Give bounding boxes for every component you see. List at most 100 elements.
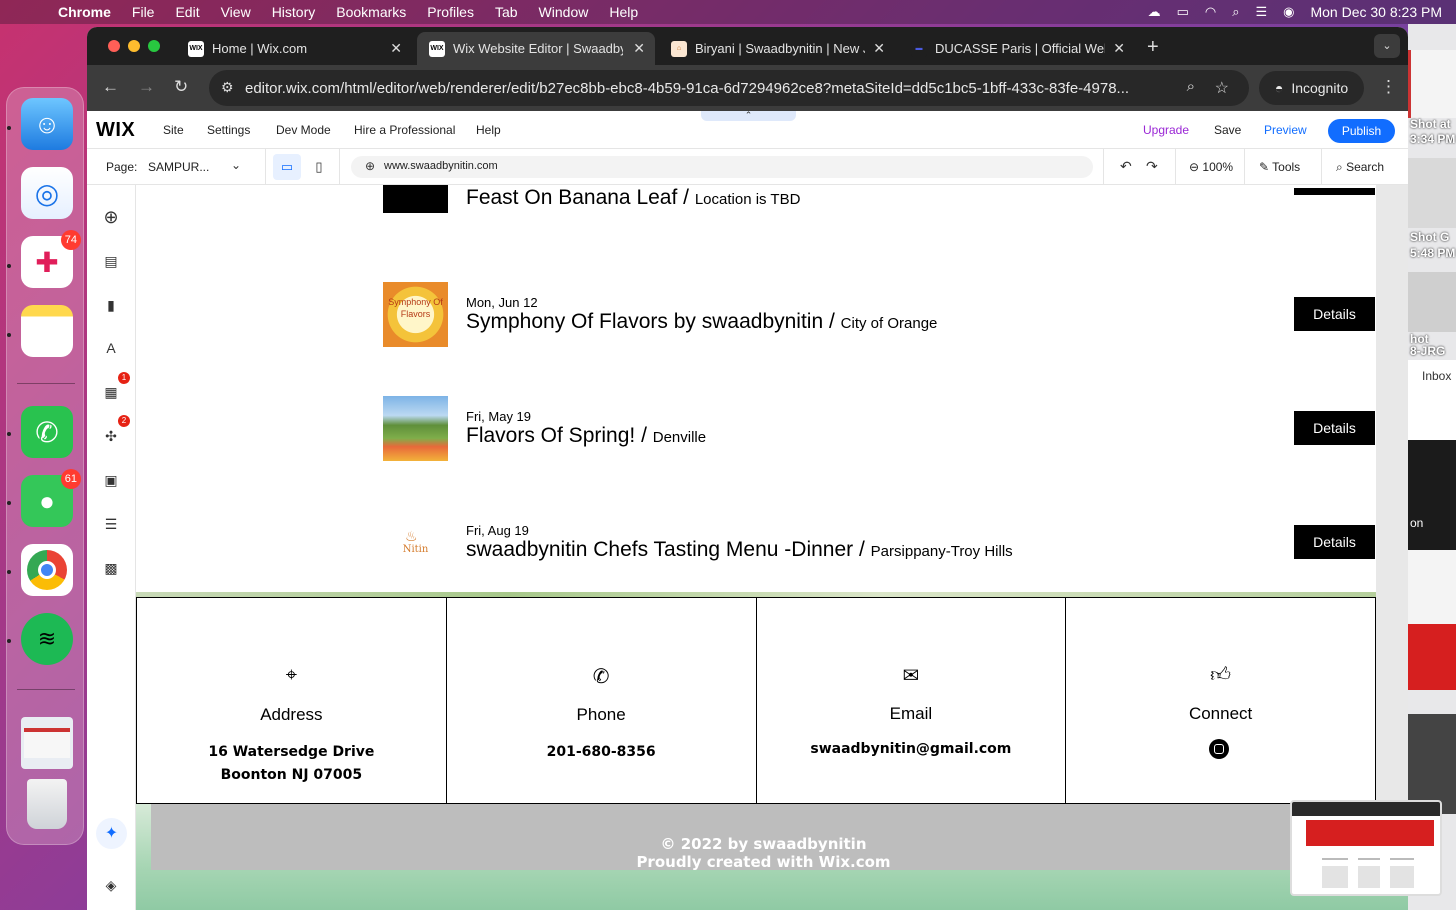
- event-item[interactable]: ♨ Nitin Fri, Aug 19 swaadbynitin Chefs T…: [383, 510, 1375, 576]
- site-design-icon[interactable]: A: [101, 338, 121, 358]
- trash-icon[interactable]: [21, 778, 73, 830]
- site-footer[interactable]: © 2022 by swaadbynitin Proudly created w…: [151, 804, 1376, 871]
- menu-window[interactable]: Window: [539, 4, 589, 20]
- reload-icon[interactable]: ↻: [174, 77, 188, 97]
- menu-file[interactable]: File: [132, 4, 155, 20]
- event-title[interactable]: swaadbynitin Chefs Tasting Menu -Dinner …: [466, 538, 1013, 562]
- messages-icon[interactable]: ● 61: [21, 469, 81, 527]
- tab-search-button[interactable]: ⌄: [1374, 34, 1400, 58]
- media-icon[interactable]: ▣: [101, 470, 121, 490]
- forward-arrow-icon[interactable]: →: [138, 77, 155, 97]
- menu-help[interactable]: Help: [609, 4, 638, 20]
- event-thumbnail[interactable]: ♨ Nitin: [383, 510, 448, 575]
- event-thumbnail[interactable]: [383, 396, 448, 461]
- wix-menu-settings[interactable]: Settings: [207, 123, 250, 137]
- page-selector[interactable]: SAMPUR...: [148, 160, 209, 174]
- notes-icon[interactable]: [21, 305, 73, 357]
- creative-cloud-icon[interactable]: ☁: [1148, 4, 1161, 20]
- tab-wix-editor[interactable]: WIX Wix Website Editor | Swaadbynitin ✕: [417, 32, 655, 65]
- control-center-icon[interactable]: ☰: [1255, 4, 1267, 20]
- editor-canvas[interactable]: Feast On Banana Leaf / Location is TBD S…: [136, 185, 1408, 910]
- business-apps-icon[interactable]: ✣: [101, 426, 121, 446]
- close-tab-icon[interactable]: ✕: [390, 40, 402, 57]
- collapse-topbar-icon[interactable]: ⌃: [701, 111, 796, 121]
- wix-menu-site[interactable]: Site: [163, 123, 184, 137]
- add-apps-icon[interactable]: ▦: [101, 382, 121, 402]
- incognito-profile-button[interactable]: ◓ Incognito: [1259, 71, 1364, 105]
- details-button[interactable]: [1294, 188, 1375, 195]
- cms-icon[interactable]: ☰: [101, 514, 121, 534]
- event-item-partial[interactable]: Feast On Banana Leaf / Location is TBD: [383, 185, 1375, 214]
- pages-menus-icon[interactable]: ▮: [101, 295, 121, 315]
- undo-icon[interactable]: ↶: [1120, 158, 1132, 175]
- wix-menu-dev-mode[interactable]: Dev Mode: [276, 123, 331, 137]
- close-tab-icon[interactable]: ✕: [633, 40, 645, 57]
- portfolio-icon[interactable]: ▩: [101, 558, 121, 578]
- site-domain-bar[interactable]: ⊕ www.swaadbynitin.com: [351, 156, 1093, 178]
- desktop-view-icon[interactable]: ▭: [273, 154, 301, 180]
- wix-logo[interactable]: WIX: [96, 119, 135, 142]
- event-title[interactable]: Symphony Of Flavors by swaadbynitin / Ci…: [466, 310, 937, 334]
- menubar-clock[interactable]: Mon Dec 30 8:23 PM: [1310, 4, 1442, 20]
- contact-email[interactable]: ✉ Email swaadbynitin@gmail.com: [757, 598, 1067, 803]
- safari-icon[interactable]: ◎: [21, 167, 73, 219]
- spotify-icon[interactable]: ≋: [21, 613, 73, 665]
- chrome-menu-icon[interactable]: ⋮: [1380, 77, 1397, 97]
- wifi-icon[interactable]: ◠: [1205, 4, 1216, 20]
- back-arrow-icon[interactable]: ←: [102, 77, 119, 97]
- save-button[interactable]: Save: [1214, 123, 1241, 137]
- site-settings-icon[interactable]: ⚙: [221, 79, 234, 96]
- mobile-view-icon[interactable]: ▯: [309, 154, 329, 180]
- menu-app-name[interactable]: Chrome: [58, 4, 111, 20]
- menu-bookmarks[interactable]: Bookmarks: [336, 4, 406, 20]
- menu-tab[interactable]: Tab: [495, 4, 518, 20]
- details-button[interactable]: Details: [1294, 297, 1375, 331]
- battery-icon[interactable]: ▭: [1177, 4, 1189, 20]
- background-screenshot-thumbnail[interactable]: [1408, 158, 1456, 228]
- contact-phone[interactable]: ✆ Phone 201-680-8356: [447, 598, 757, 803]
- search-button[interactable]: ⌕ Search: [1336, 160, 1384, 175]
- spotlight-search-icon[interactable]: ⌕: [1232, 4, 1239, 20]
- siri-icon[interactable]: ◉: [1283, 4, 1294, 20]
- event-title[interactable]: Feast On Banana Leaf / Location is TBD: [466, 186, 800, 210]
- address-bar[interactable]: ⚙ editor.wix.com/html/editor/web/rendere…: [209, 70, 1249, 106]
- finder-icon[interactable]: ☺: [21, 98, 73, 150]
- redo-icon[interactable]: ↷: [1146, 158, 1158, 175]
- contact-strip[interactable]: ⌖ Address 16 Watersedge Drive Boonton NJ…: [136, 597, 1376, 804]
- tab-biryani[interactable]: ⌂ Biryani | Swaadbynitin | New Jersey ✕: [659, 32, 895, 65]
- close-tab-icon[interactable]: ✕: [1113, 40, 1125, 57]
- slack-icon[interactable]: ✚ 74: [21, 230, 81, 288]
- details-button[interactable]: Details: [1294, 411, 1375, 445]
- instagram-icon[interactable]: [1209, 739, 1230, 759]
- tab-ducasse[interactable]: ▬ DUCASSE Paris | Official Website ✕: [899, 32, 1135, 65]
- contact-address[interactable]: ⌖ Address 16 Watersedge Drive Boonton NJ…: [137, 598, 447, 803]
- recent-document-thumbnail[interactable]: [21, 717, 73, 769]
- event-thumbnail[interactable]: Symphony Of Flavors: [383, 282, 448, 347]
- chevron-down-icon[interactable]: ⌄: [231, 158, 241, 172]
- add-section-icon[interactable]: ▤: [101, 251, 121, 271]
- event-thumbnail[interactable]: [383, 185, 448, 213]
- wix-menu-help[interactable]: Help: [476, 123, 501, 137]
- menu-profiles[interactable]: Profiles: [427, 4, 474, 20]
- upgrade-link[interactable]: Upgrade: [1143, 123, 1189, 137]
- chrome-icon[interactable]: [21, 544, 73, 596]
- site-page[interactable]: Feast On Banana Leaf / Location is TBD S…: [136, 185, 1376, 592]
- url-text[interactable]: editor.wix.com/html/editor/web/renderer/…: [245, 80, 1165, 97]
- background-screenshot-thumbnail[interactable]: [1408, 50, 1456, 118]
- close-window-button[interactable]: [108, 40, 120, 52]
- background-screenshot-thumbnail[interactable]: [1408, 272, 1456, 332]
- add-elements-icon[interactable]: ⊕: [101, 207, 121, 227]
- menu-history[interactable]: History: [272, 4, 316, 20]
- details-button[interactable]: Details: [1294, 525, 1375, 559]
- ai-assistant-icon[interactable]: ✦: [96, 818, 127, 849]
- wix-menu-hire-professional[interactable]: Hire a Professional: [354, 123, 455, 137]
- tools-button[interactable]: ✎ Tools: [1259, 160, 1300, 174]
- event-item[interactable]: Fri, May 19 Flavors Of Spring! / Denvill…: [383, 396, 1375, 462]
- zoom-lens-icon[interactable]: ⌕: [1187, 78, 1195, 95]
- new-tab-button[interactable]: +: [1147, 36, 1159, 59]
- menu-view[interactable]: View: [221, 4, 251, 20]
- event-item[interactable]: Symphony Of Flavors Mon, Jun 12 Symphony…: [383, 282, 1375, 348]
- event-title[interactable]: Flavors Of Spring! / Denville: [466, 424, 706, 448]
- screenshot-preview-thumbnail[interactable]: [1290, 800, 1442, 896]
- menu-edit[interactable]: Edit: [175, 4, 199, 20]
